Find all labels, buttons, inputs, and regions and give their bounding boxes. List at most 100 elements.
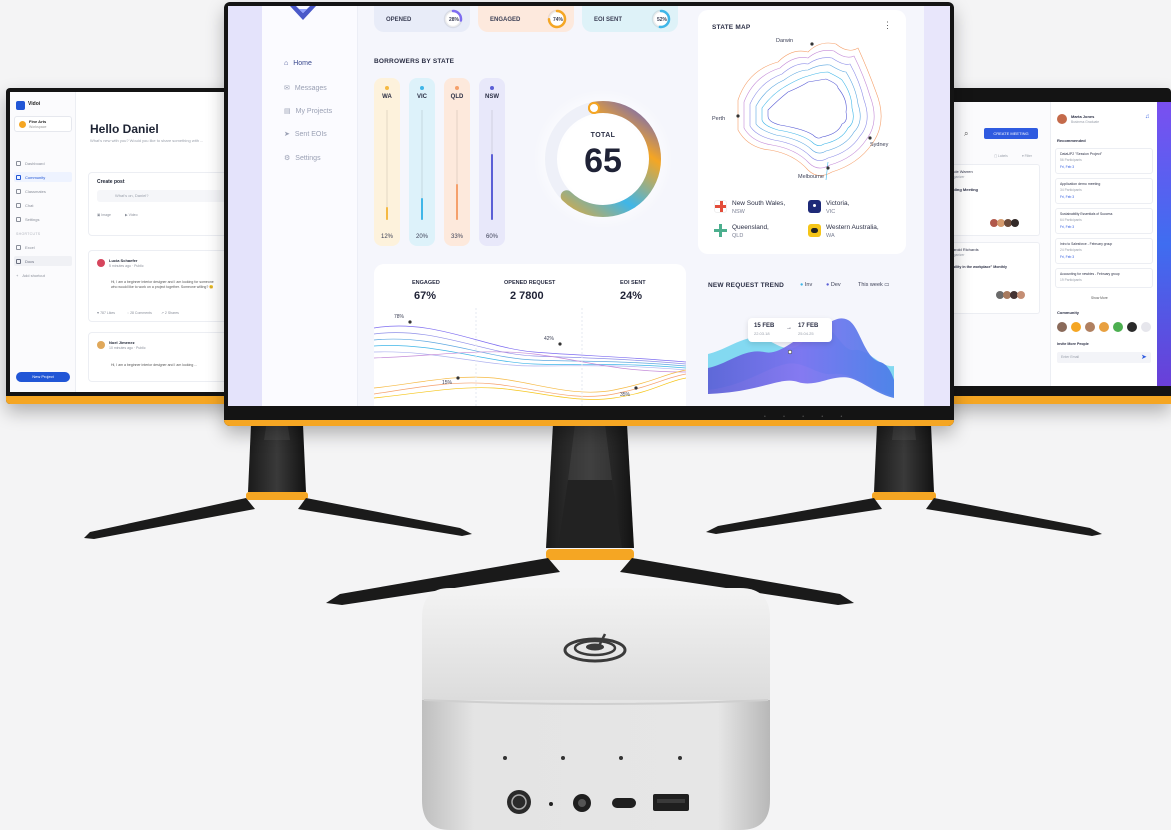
map-marker[interactable] <box>826 166 830 170</box>
kpi-opened[interactable]: OPENED 28% <box>374 6 470 32</box>
right-side-panel: Marta Jones Business Graduate ♫ Recommen… <box>1050 102 1157 386</box>
nav-my-projects[interactable]: ▤ My Projects <box>284 107 332 116</box>
state-bar-qld[interactable]: QLD 33% <box>444 78 470 246</box>
sidebar-item-dashboard[interactable]: Dashboard <box>14 158 72 168</box>
sidebar-item-chat[interactable]: Chat <box>14 200 72 210</box>
workspace-switcher[interactable]: Fine Arts Workspace <box>14 116 72 132</box>
recommended-title-text: Accounting for newbies - February group <box>1060 272 1120 276</box>
recommended-item[interactable]: Accounting for newbies - February group … <box>1055 268 1153 288</box>
video-button[interactable]: ▶ Video <box>125 213 138 217</box>
recommended-item[interactable]: DataUP2 "Session Project" 56 Participant… <box>1055 148 1153 174</box>
australia-map <box>736 42 882 181</box>
nav-sent-eois[interactable]: ➤ Sent EOIs <box>284 130 327 139</box>
arrow-icon: → <box>786 325 792 331</box>
add-shortcut[interactable]: + Add shortcut <box>14 270 72 280</box>
avatar[interactable] <box>1085 322 1095 332</box>
kpi-label: EOI SENT <box>594 17 623 23</box>
trend-marker[interactable] <box>787 349 793 355</box>
create-post-title: Create post <box>97 179 125 185</box>
event-card[interactable]: Jade Warren Organizer ...ding Meeting <box>950 164 1040 236</box>
kpi-engaged[interactable]: ENGAGED 74% <box>478 6 574 32</box>
nav-settings[interactable]: ⚙ Settings <box>284 154 321 163</box>
usb-a-port[interactable] <box>653 794 689 811</box>
range-label: This week <box>858 282 883 288</box>
avatar[interactable] <box>1099 322 1109 332</box>
invite-email-input[interactable]: Enter Email <box>1057 352 1151 363</box>
recommended-title-text: Sustainability Essentials of Success <box>1060 212 1113 216</box>
nav-label: Home <box>293 60 312 67</box>
legend-dev[interactable]: ● Dev <box>826 282 841 288</box>
avatar[interactable] <box>1071 322 1081 332</box>
likes-button[interactable]: ♥ 787 Likes <box>97 311 115 315</box>
map-marker[interactable] <box>810 42 814 46</box>
trend-tooltip: 15 FEB 22.03.18 → 17 FEB 25.04.25 <box>748 318 832 342</box>
audio-jack[interactable] <box>573 794 591 812</box>
comments-button[interactable]: ◌ 28 Comments <box>127 311 152 315</box>
wave-marker[interactable] <box>634 386 638 390</box>
stat-label: EOI SENT <box>620 280 646 286</box>
nav-messages[interactable]: ✉ Messages <box>284 84 327 93</box>
show-more-link[interactable]: Show More <box>1091 296 1108 300</box>
tooltip-date: 15 FEB <box>754 323 775 329</box>
post-time: 10 minutes ago · Public <box>109 346 146 350</box>
wave-annotation: 15% <box>442 380 453 386</box>
recommended-item[interactable]: Application demo meeting 34 Participants… <box>1055 178 1153 204</box>
wave-marker[interactable] <box>456 376 460 380</box>
power-button[interactable] <box>507 790 531 814</box>
map-marker[interactable] <box>868 136 872 140</box>
nav-label: Messages <box>294 84 327 92</box>
wave-marker[interactable] <box>408 320 412 324</box>
recommended-sub: 56 Participants <box>1060 158 1082 162</box>
send-icon[interactable]: ➤ <box>1141 353 1147 361</box>
bar-track <box>386 110 388 220</box>
sidebar-item-community[interactable]: Community <box>14 172 72 182</box>
avatar[interactable] <box>1057 114 1067 124</box>
avatar[interactable] <box>1057 322 1067 332</box>
image-button[interactable]: ▣ Image <box>97 213 111 217</box>
post-input[interactable]: What's on, Daniel? <box>97 190 237 202</box>
sidebar-item-label: Classmates <box>25 188 46 194</box>
filter-button[interactable]: ▾ Filter <box>1022 154 1032 158</box>
section-label: SHORTCUTS <box>16 232 41 236</box>
state-bar-wa[interactable]: WA 12% <box>374 78 400 246</box>
avatar[interactable] <box>1113 322 1123 332</box>
legend-state-code: QLD <box>732 233 744 239</box>
shares-button[interactable]: ↗ 2 Shares <box>161 311 179 315</box>
new-project-button[interactable]: New Project <box>16 372 70 382</box>
brand-name: Vidoi <box>28 101 41 107</box>
legend-inv[interactable]: ● Inv <box>800 282 812 288</box>
bell-icon[interactable]: ♫ <box>1145 114 1150 120</box>
mini-pc <box>422 588 770 830</box>
avatar <box>1017 291 1025 299</box>
sidebar-item-classmates[interactable]: Classmates <box>14 186 72 196</box>
sidebar-item-settings[interactable]: Settings <box>14 214 72 224</box>
search-icon[interactable]: ⌕ <box>964 129 968 139</box>
recommended-item[interactable]: Sustainability Essentials of Success 64 … <box>1055 208 1153 234</box>
recommended-item[interactable]: Intro to Salesforce - February group 24 … <box>1055 238 1153 264</box>
monitor-buttons[interactable]: • • • • • <box>764 414 850 420</box>
kpi-eoi-sent[interactable]: EOI SENT 52% <box>582 6 678 32</box>
tooltip-sub: 25.04.25 <box>798 331 814 336</box>
sidebar-item-label: Dashboard <box>25 160 45 166</box>
nav-home[interactable]: ⌂ Home <box>284 60 312 67</box>
map-marker[interactable] <box>736 114 740 118</box>
shortcut-excel[interactable]: Excel <box>14 242 72 252</box>
more-avatars-badge[interactable] <box>1141 322 1151 332</box>
wave-marker[interactable] <box>558 342 562 346</box>
center-monitor-stand <box>326 424 854 605</box>
comments-count: 28 Comments <box>130 311 152 315</box>
state-bar-vic[interactable]: VIC 20% <box>409 78 435 246</box>
create-meeting-button[interactable]: CREATE MEETING <box>984 128 1038 139</box>
labels-button[interactable]: ▢ Labels <box>994 154 1008 158</box>
state-bar-nsw[interactable]: NSW 60% <box>479 78 505 246</box>
recommended-sub: 64 Participants <box>1060 218 1082 222</box>
kpi-value: 28% <box>448 17 459 23</box>
post-author: Lucia Schaefer <box>109 258 138 263</box>
shortcut-docs[interactable]: Docs <box>14 256 72 266</box>
avatar[interactable] <box>1127 322 1137 332</box>
donut-handle[interactable] <box>588 102 600 114</box>
range-select[interactable]: This week ▭ <box>858 282 890 288</box>
clipboard-icon: ▤ <box>284 108 291 115</box>
event-card[interactable]: Harold Richards Organizer ...bility in t… <box>950 242 1040 314</box>
usb-c-port[interactable] <box>612 798 636 808</box>
